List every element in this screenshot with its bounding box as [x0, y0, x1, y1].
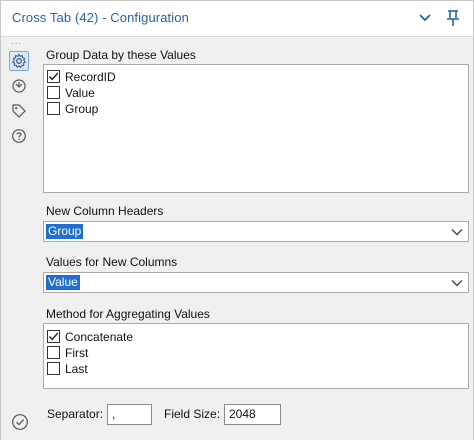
- column-headers-select[interactable]: Group: [43, 221, 469, 242]
- values-select-value: Value: [46, 275, 80, 290]
- chevron-down-icon[interactable]: [414, 7, 436, 29]
- checkbox-last[interactable]: [47, 362, 60, 375]
- check-circle-icon: [11, 413, 31, 433]
- checkbox-recordid[interactable]: [47, 70, 60, 83]
- aggregation-method-listbox[interactable]: Concatenate First Last: [43, 323, 469, 389]
- configuration-window: Cross Tab (42) - Configuration ... Group…: [0, 0, 474, 440]
- list-item[interactable]: Group: [47, 101, 98, 116]
- values-select[interactable]: Value: [43, 272, 469, 293]
- help-icon[interactable]: [9, 126, 29, 146]
- list-item-label: RecordID: [65, 69, 116, 84]
- separator-label: Separator:: [47, 407, 104, 421]
- column-headers-value: Group: [46, 224, 84, 239]
- list-item-label: Concatenate: [65, 329, 134, 344]
- values-section-label: Values for New Columns: [46, 255, 178, 269]
- list-item[interactable]: Last: [47, 361, 88, 376]
- list-item[interactable]: RecordID: [47, 69, 116, 84]
- headers-section-label: New Column Headers: [46, 204, 164, 218]
- field-size-label: Field Size:: [164, 407, 221, 421]
- tag-icon[interactable]: [9, 101, 29, 121]
- connections-icon[interactable]: [9, 76, 29, 96]
- checkbox-concatenate[interactable]: [47, 330, 60, 343]
- configuration-panel: Group Data by these Values RecordID Valu…: [39, 41, 473, 440]
- checkbox-first[interactable]: [47, 346, 60, 359]
- list-item-label: Group: [65, 101, 99, 116]
- window-title: Cross Tab (42) - Configuration: [12, 10, 189, 25]
- gear-icon[interactable]: [9, 51, 29, 71]
- method-section-label: Method for Aggregating Values: [46, 307, 210, 321]
- separator-input[interactable]: ,: [107, 404, 152, 425]
- checkbox-value[interactable]: [47, 86, 60, 99]
- list-item-label: Value: [65, 85, 95, 100]
- list-item[interactable]: Concatenate: [47, 329, 133, 344]
- group-section-label: Group Data by these Values: [46, 48, 196, 62]
- title-bar: Cross Tab (42) - Configuration: [1, 1, 473, 37]
- list-item-label: Last: [65, 361, 88, 376]
- chevron-down-icon[interactable]: [450, 226, 464, 238]
- group-values-listbox[interactable]: RecordID Value Group: [43, 64, 469, 193]
- sidebar: [1, 47, 39, 440]
- list-item[interactable]: First: [47, 345, 88, 360]
- pin-icon[interactable]: [442, 7, 464, 29]
- chevron-down-icon[interactable]: [450, 277, 464, 289]
- more-dots[interactable]: ...: [11, 37, 22, 47]
- list-item[interactable]: Value: [47, 85, 95, 100]
- list-item-label: First: [65, 345, 89, 360]
- checkbox-group[interactable]: [47, 102, 60, 115]
- field-size-input[interactable]: 2048: [224, 404, 281, 425]
